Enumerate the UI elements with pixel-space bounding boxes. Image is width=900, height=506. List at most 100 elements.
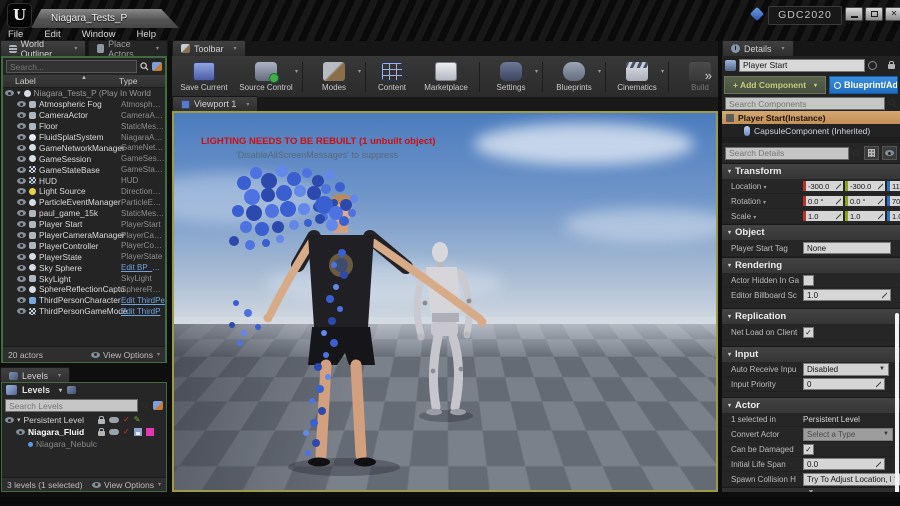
view-options-button[interactable]: View Options ▾ xyxy=(92,480,161,490)
component-row-instance[interactable]: Player Start(Instance) xyxy=(722,111,900,124)
tab-viewport-1[interactable]: Viewport 1 ▾ xyxy=(172,96,259,111)
table-row[interactable]: FluidSplatSystem NiagaraActor xyxy=(3,132,165,143)
toolbar-overflow-chevron[interactable]: » xyxy=(705,68,712,83)
game-visibility-icon[interactable] xyxy=(109,429,119,435)
drag-handle-icon[interactable] xyxy=(836,197,841,205)
game-visibility-icon[interactable] xyxy=(109,417,119,423)
display-filter-button[interactable] xyxy=(882,146,897,160)
convert-actor-dropdown[interactable]: Select a Type ▼ xyxy=(803,427,893,441)
table-row[interactable]: GameStateBaseGameStateBa xyxy=(3,164,165,175)
table-row[interactable]: PlayerState PlayerState xyxy=(3,251,165,262)
outliner-header[interactable]: Label ▲ Type xyxy=(3,75,165,88)
scale-x-field[interactable]: 1.0 xyxy=(803,211,843,221)
level-row-persistent[interactable]: ▾ Persistent Level ✓ ✎ xyxy=(2,414,166,426)
visibility-eye-icon[interactable] xyxy=(17,199,26,206)
blueprints-button[interactable]: Blueprints ▾ xyxy=(546,58,602,96)
table-row[interactable]: SkyLight SkyLight xyxy=(3,273,165,284)
billboard-scale-field[interactable]: 1.0 xyxy=(803,289,891,301)
column-label[interactable]: Label xyxy=(3,76,36,86)
rotation-z-field[interactable]: 70.0 ° xyxy=(887,196,900,206)
add-level-icon[interactable] xyxy=(153,401,163,410)
table-row[interactable]: Floor StaticMeshA xyxy=(3,121,165,132)
drag-handle-icon[interactable] xyxy=(876,460,881,468)
save-current-button[interactable]: Save Current xyxy=(176,58,232,96)
drag-handle-icon[interactable] xyxy=(876,380,881,388)
section-replication[interactable]: ▾ Replication xyxy=(722,308,900,324)
blueprint-add-script-button[interactable]: Blueprint/Add S xyxy=(829,76,898,94)
location-y-field[interactable]: -300.0 xyxy=(845,181,885,191)
close-button[interactable]: ✕ xyxy=(885,7,900,21)
rotation-x-field[interactable]: 0.0 ° xyxy=(803,196,843,206)
scale-label[interactable]: Scale ▾ xyxy=(731,212,801,221)
table-row[interactable]: ThirdPersonCharacter Edit ThirdPe xyxy=(3,295,165,306)
property-matrix-button[interactable] xyxy=(864,146,879,160)
edit-blueprint-link[interactable]: Edit ThirdPe xyxy=(121,296,165,305)
level-row-niagara-nebula[interactable]: Niagara_Nebulc xyxy=(2,438,166,450)
visibility-eye-icon[interactable] xyxy=(5,417,14,423)
life-span-field[interactable]: 0.0 xyxy=(803,458,885,470)
minimize-button[interactable] xyxy=(845,7,863,21)
visibility-eye-icon[interactable] xyxy=(16,429,25,435)
edit-blueprint-link[interactable]: Edit ThirdP xyxy=(121,307,165,316)
visibility-eye-icon[interactable] xyxy=(17,286,26,293)
content-button[interactable]: Content xyxy=(369,58,415,96)
table-row[interactable]: HUD HUD xyxy=(3,175,165,186)
table-row[interactable]: ParticleEventManager ParticleEvent xyxy=(3,197,165,208)
tab-levels[interactable]: Levels ▾ xyxy=(0,367,71,383)
table-row[interactable]: GameSessionGameSession xyxy=(3,153,165,164)
input-priority-field[interactable]: 0 xyxy=(803,378,885,390)
visibility-eye-icon[interactable] xyxy=(17,253,26,260)
maximize-button[interactable] xyxy=(865,7,883,21)
section-object[interactable]: ▾ Object xyxy=(722,224,900,240)
tab-place-actors[interactable]: Place Actors ▾ xyxy=(88,39,168,59)
lock-icon[interactable] xyxy=(98,416,105,424)
drag-handle-icon[interactable] xyxy=(878,182,883,190)
table-row[interactable]: Sky Sphere Edit BP_Sky xyxy=(3,262,165,273)
location-z-field[interactable]: 112.0 xyxy=(887,181,900,191)
expand-more-button[interactable]: ▼ xyxy=(722,487,900,492)
visibility-eye-icon[interactable] xyxy=(17,101,26,108)
table-row[interactable]: PlayerController PlayerContro xyxy=(3,240,165,251)
viewport-3d[interactable]: LIGHTING NEEDS TO BE REBUILT (1 unbuilt … xyxy=(172,111,718,492)
visibility-eye-icon[interactable] xyxy=(17,134,26,140)
outliner-root-row[interactable]: ▾ Niagara_Tests_P (Play In World xyxy=(3,88,165,99)
details-scrollbar[interactable] xyxy=(895,313,899,492)
expander-icon[interactable]: ▾ xyxy=(17,416,21,424)
visibility-eye-icon[interactable] xyxy=(17,166,26,173)
auto-receive-dropdown[interactable]: Disabled ▼ xyxy=(803,362,889,376)
visibility-eye-icon[interactable] xyxy=(17,221,26,228)
marketplace-button[interactable]: Marketplace xyxy=(416,58,476,96)
can-be-damaged-checkbox[interactable]: ✓ xyxy=(803,443,814,455)
visibility-eye-icon[interactable] xyxy=(17,188,26,195)
modes-button[interactable]: Modes ▾ xyxy=(306,58,362,96)
tab-world-outliner[interactable]: World Outliner ▾ xyxy=(0,39,87,59)
table-row[interactable]: ThirdPersonGameMode Edit ThirdP xyxy=(3,306,165,317)
visibility-eye-icon[interactable] xyxy=(17,155,26,162)
lock-icon[interactable] xyxy=(888,61,895,69)
table-row[interactable]: CameraActor CameraActor xyxy=(3,110,165,121)
search-options-icon[interactable] xyxy=(152,62,162,71)
visibility-eye-icon[interactable] xyxy=(17,144,26,151)
level-tab[interactable]: Niagara_Tests_P xyxy=(31,9,179,28)
table-row[interactable]: Player Start PlayerStart xyxy=(3,219,165,230)
section-transform[interactable]: ▾ Transform xyxy=(722,163,900,179)
scale-z-field[interactable]: 1.0 xyxy=(887,211,900,221)
table-row[interactable]: PlayerCameraManager PlayerCamer xyxy=(3,230,165,241)
visibility-eye-icon[interactable] xyxy=(17,177,26,184)
search-components-input[interactable] xyxy=(725,97,885,110)
column-type[interactable]: Type xyxy=(119,76,137,86)
drag-handle-icon[interactable] xyxy=(836,182,841,190)
level-color-swatch[interactable] xyxy=(145,428,154,436)
component-row-capsule[interactable]: CapsuleComponent (Inherited) xyxy=(722,124,900,137)
table-row[interactable]: Atmospheric Fog Atmospheric xyxy=(3,99,165,110)
section-actor[interactable]: ▾ Actor xyxy=(722,397,900,413)
cinematics-button[interactable]: Cinematics ▾ xyxy=(609,58,665,96)
source-control-button[interactable]: Source Control ▾ xyxy=(233,58,299,96)
search-details-input[interactable] xyxy=(725,146,849,160)
visibility-eye-icon[interactable] xyxy=(17,232,26,239)
save-level-icon[interactable] xyxy=(133,428,142,436)
edit-blueprint-link[interactable]: Edit BP_Sky xyxy=(121,263,165,272)
tab-details[interactable]: i Details ▾ xyxy=(722,40,794,56)
visibility-eye-icon[interactable] xyxy=(17,210,26,217)
location-x-field[interactable]: -300.0 xyxy=(803,181,843,191)
